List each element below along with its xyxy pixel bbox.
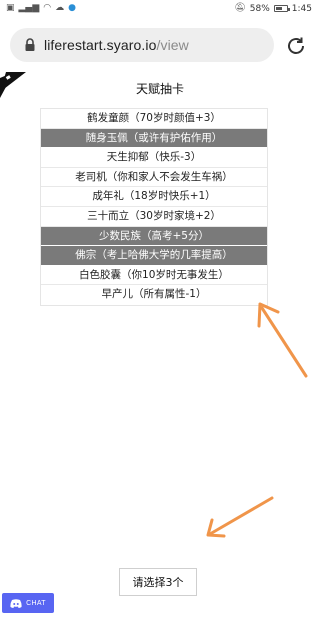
discord-chat-button[interactable]: CHAT	[2, 593, 54, 613]
signal-icon: ▂▄▆	[18, 3, 40, 13]
address-bar[interactable]: liferestart.syaro.io/view	[10, 28, 274, 62]
discord-icon	[10, 598, 22, 608]
browser-toolbar: liferestart.syaro.io/view	[0, 22, 320, 68]
talent-item[interactable]: 天生抑郁（快乐-3）	[41, 148, 267, 168]
url-path: /view	[156, 37, 189, 53]
cloud-icon: ☁	[55, 3, 65, 13]
battery-percent: 58%	[249, 3, 270, 14]
mute-icon: 🔕︎	[234, 3, 246, 13]
status-right: 🔕︎ 58% 1:45	[234, 4, 312, 14]
chat-label: CHAT	[26, 599, 46, 607]
wifi-icon: ◠	[43, 3, 52, 13]
talent-list: 鹤发童颜（70岁时颜值+3） 随身玉佩（或许有护佑作用） 天生抑郁（快乐-3） 老司机…	[40, 108, 268, 306]
reload-icon[interactable]	[284, 34, 308, 58]
talent-item[interactable]: 三十而立（30岁时家境+2）	[41, 207, 267, 227]
status-bar: ▣ ▂▄▆ ◠ ☁ ● 🔕︎ 58% 1:45	[0, 0, 320, 17]
status-left: ▣ ▂▄▆ ◠ ☁ ●	[6, 4, 76, 13]
url-host: liferestart.syaro.io	[44, 37, 157, 53]
annotation-arrow-down-icon	[206, 496, 274, 538]
select-confirm-button[interactable]: 请选择3个	[119, 568, 197, 596]
battery-icon	[273, 5, 290, 12]
talent-item[interactable]: 老司机（你和家人不会发生车祸）	[41, 168, 267, 188]
talent-item[interactable]: 早产儿（所有属性-1）	[41, 285, 267, 305]
sim-icon: ▣	[6, 3, 15, 13]
url-text: liferestart.syaro.io/view	[44, 37, 189, 53]
talent-item[interactable]: 少数民族（高考+5分）	[41, 226, 267, 247]
talent-item[interactable]: 佛宗（考上哈佛大学的几率提高）	[41, 246, 267, 266]
clock: 1:45	[291, 3, 312, 14]
talent-item[interactable]: 白色胶囊（你10岁时无事发生）	[41, 266, 267, 286]
talent-item[interactable]: 鹤发童颜（70岁时颜值+3）	[41, 109, 267, 129]
page-title: 天赋抽卡	[135, 82, 184, 96]
lock-icon	[25, 38, 35, 51]
talent-item[interactable]: 成年礼（18岁时快乐+1）	[41, 187, 267, 207]
notification-icon: ●	[68, 3, 76, 13]
talent-item[interactable]: 随身玉佩（或许有护佑作用）	[41, 128, 267, 149]
annotation-arrow-up-icon	[257, 302, 308, 378]
